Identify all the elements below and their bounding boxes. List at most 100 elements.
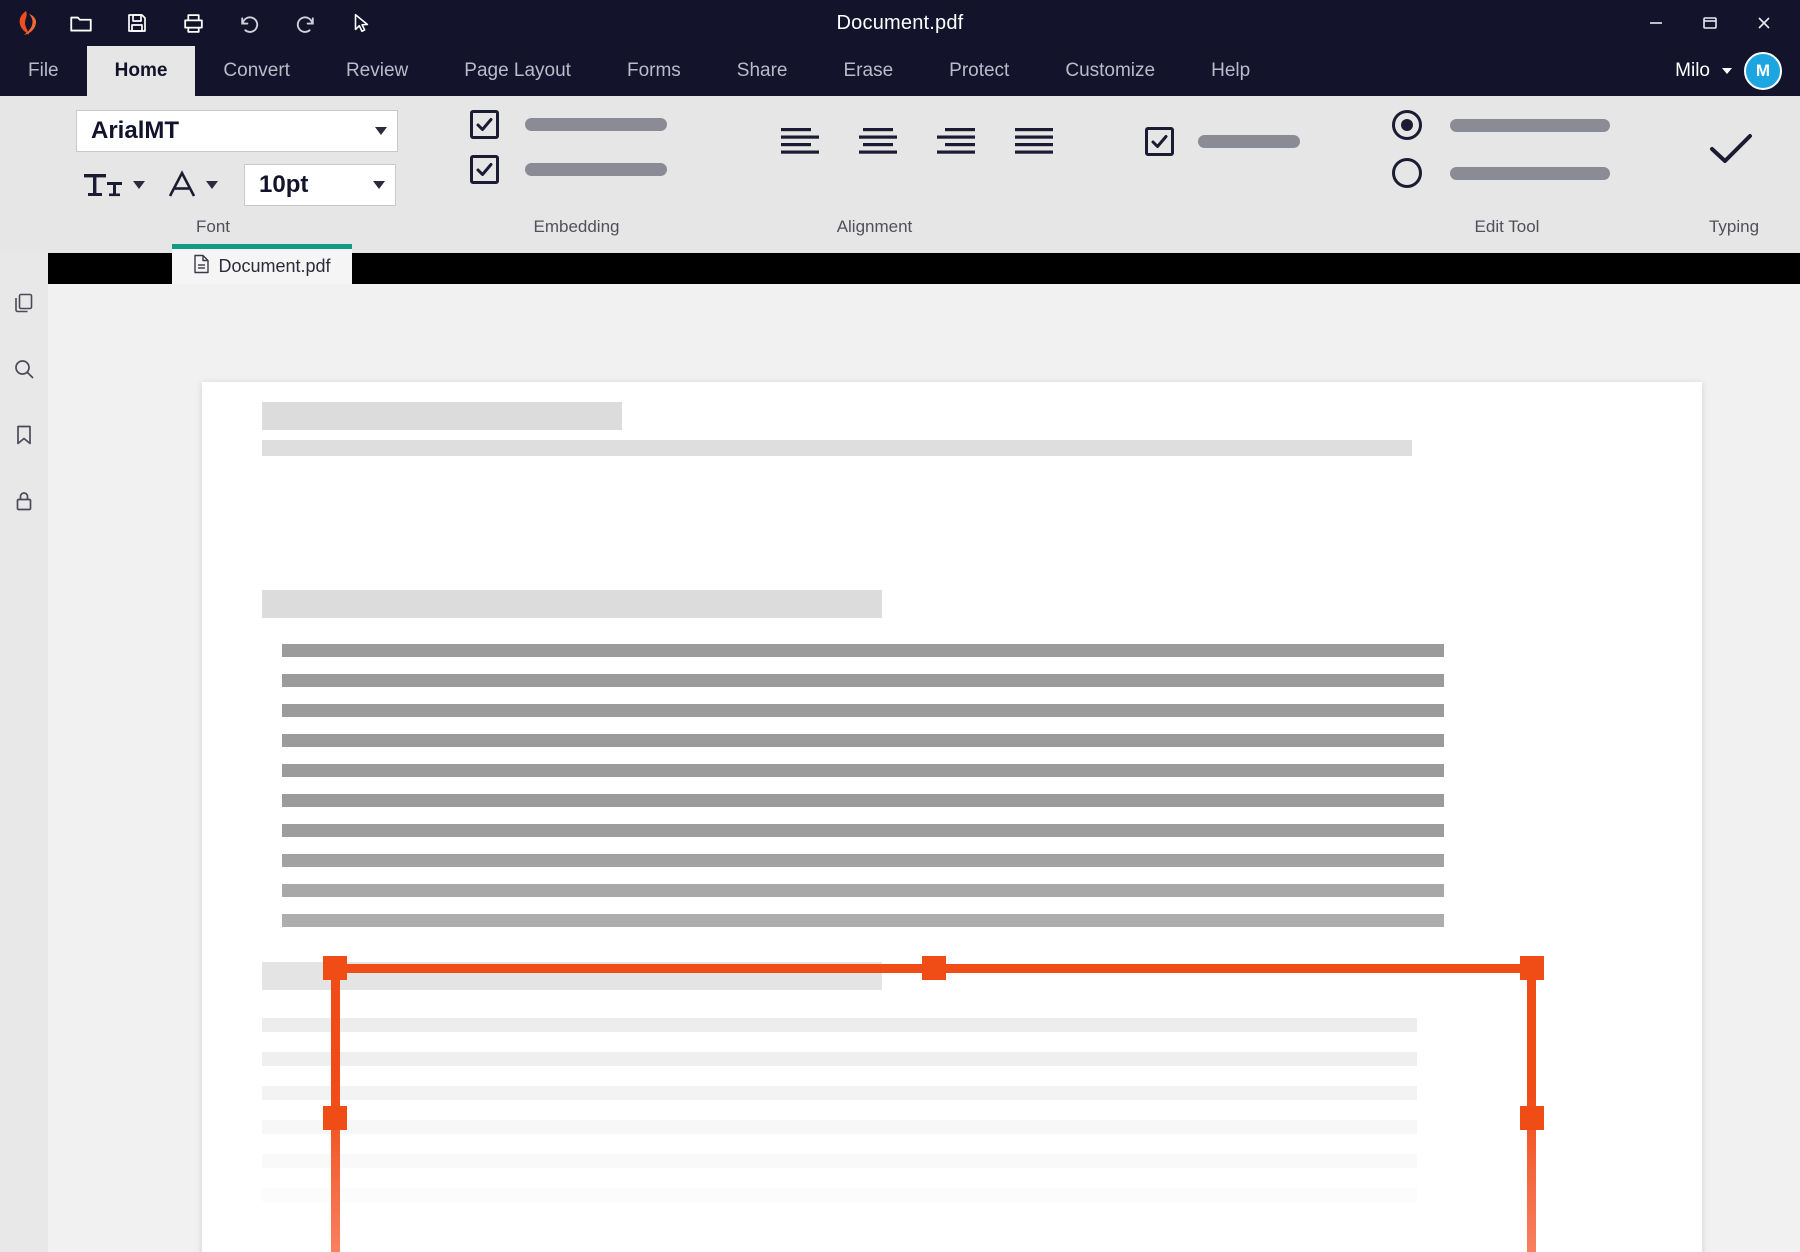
subheading-block[interactable] <box>262 962 882 990</box>
checkbox-checked-icon[interactable] <box>470 155 499 184</box>
checkbox-checked-icon[interactable] <box>470 110 499 139</box>
font-family-select[interactable]: ArialMT <box>76 110 398 152</box>
selected-body-line[interactable] <box>282 704 1444 717</box>
embedding-option-row-1[interactable] <box>470 110 667 139</box>
chevron-down-icon <box>1722 68 1732 74</box>
sidebar-item-search[interactable] <box>2 349 46 393</box>
subheading-block[interactable] <box>262 590 882 618</box>
tab-help[interactable]: Help <box>1183 46 1278 96</box>
left-sidebar <box>0 253 48 1252</box>
embedding-option-label-2 <box>525 163 667 176</box>
body-line[interactable] <box>262 1018 1417 1032</box>
align-right-icon[interactable] <box>935 124 977 158</box>
radio-selected-icon[interactable] <box>1392 110 1422 140</box>
tab-file[interactable]: File <box>0 46 87 96</box>
ribbon-group-font-label: Font <box>195 217 231 236</box>
selected-body-line[interactable] <box>282 674 1444 687</box>
ribbon-tab-strip: File Home Convert Review Page Layout For… <box>0 46 1800 96</box>
font-size-select[interactable]: 10pt <box>244 164 396 206</box>
document-tab[interactable]: Document.pdf <box>172 244 352 284</box>
pdf-editor-window: Document.pdf File Home Convert Review Pa… <box>0 0 1800 1252</box>
sidebar-item-bookmarks[interactable] <box>2 415 46 459</box>
ribbon-group-alignment-label: Alignment <box>836 217 913 236</box>
selected-body-line[interactable] <box>282 764 1444 777</box>
document-workspace[interactable] <box>48 284 1800 1252</box>
ribbon: ArialMT 10pt Font Embedding Alignment Ed… <box>0 96 1800 253</box>
search-icon <box>12 357 36 386</box>
selected-body-line[interactable] <box>282 644 1444 657</box>
selected-body-line[interactable] <box>282 914 1444 927</box>
chevron-down-icon <box>133 181 145 189</box>
page-content <box>202 382 1702 1252</box>
lock-icon <box>12 489 36 518</box>
font-family-value: ArialMT <box>91 117 180 144</box>
embedding-option-row-2[interactable] <box>470 155 667 184</box>
tab-forms[interactable]: Forms <box>599 46 709 96</box>
tab-review[interactable]: Review <box>318 46 436 96</box>
open-file-button[interactable] <box>64 6 98 40</box>
tab-page-layout[interactable]: Page Layout <box>436 46 599 96</box>
bookmark-icon <box>12 423 36 452</box>
tab-convert[interactable]: Convert <box>195 46 318 96</box>
chevron-down-icon <box>375 127 387 135</box>
heading-block[interactable] <box>262 402 622 430</box>
ribbon-group-alignment: Alignment <box>727 96 1352 253</box>
ribbon-group-embedding-label: Embedding <box>533 217 620 236</box>
font-color-button[interactable] <box>157 164 224 206</box>
ribbon-group-embedding: Embedding <box>426 96 727 253</box>
align-justify-icon[interactable] <box>1013 124 1055 158</box>
pdf-page[interactable] <box>202 382 1702 1252</box>
align-left-icon[interactable] <box>779 124 821 158</box>
ribbon-group-edit-tool: Edit Tool <box>1352 96 1662 253</box>
app-logo-icon[interactable] <box>12 6 42 40</box>
sidebar-item-security[interactable] <box>2 481 46 525</box>
selected-body-line[interactable] <box>282 794 1444 807</box>
checkmark-icon[interactable] <box>1704 128 1758 177</box>
body-line[interactable] <box>262 1154 1417 1168</box>
minimize-button[interactable] <box>1634 6 1678 40</box>
redo-button[interactable] <box>288 6 322 40</box>
save-button[interactable] <box>120 6 154 40</box>
body-line[interactable] <box>262 1188 1417 1202</box>
window-controls <box>1634 0 1786 46</box>
tab-share[interactable]: Share <box>709 46 816 96</box>
tab-protect[interactable]: Protect <box>921 46 1037 96</box>
edit-tool-label-1 <box>1450 118 1610 132</box>
cursor-icon[interactable] <box>344 6 378 40</box>
chevron-down-icon <box>373 181 385 189</box>
document-file-icon <box>193 254 210 279</box>
edit-tool-label-2 <box>1450 166 1610 180</box>
undo-button[interactable] <box>232 6 266 40</box>
tab-home[interactable]: Home <box>86 46 196 96</box>
tab-customize[interactable]: Customize <box>1037 46 1183 96</box>
embedding-option-label-1 <box>525 118 667 131</box>
print-button[interactable] <box>176 6 210 40</box>
chevron-down-icon <box>206 181 218 189</box>
selected-body-line[interactable] <box>282 884 1444 897</box>
ribbon-group-font: ArialMT 10pt Font <box>0 96 426 253</box>
edit-tool-option-row-1[interactable] <box>1392 110 1610 140</box>
pages-icon <box>12 291 36 320</box>
sidebar-item-pages[interactable] <box>2 283 46 327</box>
avatar[interactable]: M <box>1744 52 1782 90</box>
body-line[interactable] <box>262 440 1412 456</box>
body-line[interactable] <box>262 1086 1417 1100</box>
tab-erase[interactable]: Erase <box>816 46 922 96</box>
selected-body-line[interactable] <box>282 824 1444 837</box>
document-tab-bar: Document.pdf <box>0 244 1800 284</box>
ribbon-group-edit-tool-label: Edit Tool <box>1474 217 1540 236</box>
alignment-option-label <box>1198 134 1300 148</box>
body-line[interactable] <box>262 1120 1417 1134</box>
close-button[interactable] <box>1742 6 1786 40</box>
text-style-button[interactable] <box>76 165 151 205</box>
account-menu[interactable]: Milo M <box>1675 46 1782 96</box>
checkbox-checked-icon[interactable] <box>1145 126 1174 156</box>
edit-tool-option-row-2[interactable] <box>1392 158 1610 188</box>
ribbon-group-typing-label: Typing <box>1708 217 1760 236</box>
selected-body-line[interactable] <box>282 734 1444 747</box>
align-center-icon[interactable] <box>857 124 899 158</box>
maximize-button[interactable] <box>1688 6 1732 40</box>
selected-body-line[interactable] <box>282 854 1444 867</box>
radio-unselected-icon[interactable] <box>1392 158 1422 188</box>
body-line[interactable] <box>262 1052 1417 1066</box>
